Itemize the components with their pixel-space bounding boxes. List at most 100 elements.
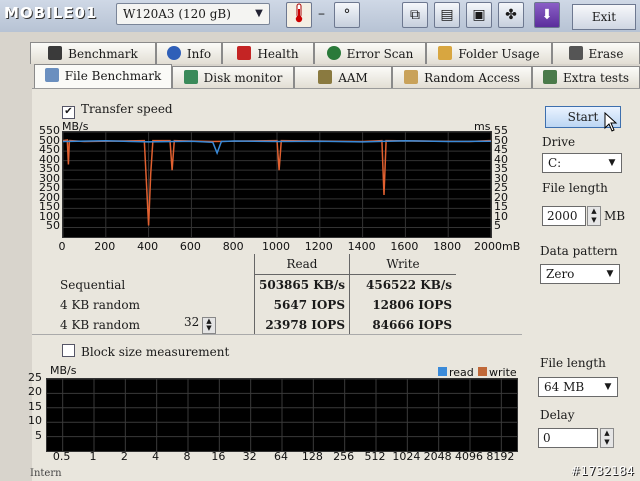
device-select-value: W120A3 (120 gB) (123, 7, 231, 21)
options-icon[interactable]: ✤ (498, 2, 524, 28)
y-tick-right: 5 (494, 219, 501, 233)
chevron-down-icon: ▼ (608, 158, 616, 168)
delay-stepper[interactable]: ▲ ▼ (600, 428, 614, 448)
tab-info-label: Info (186, 47, 212, 61)
tab-aam[interactable]: AAM (294, 66, 392, 88)
row-label: 4 KB random (60, 318, 140, 332)
temperature-readout: – (318, 6, 325, 22)
health-cross-icon (237, 46, 252, 60)
chevron-down-icon: ▼ (606, 269, 614, 279)
file-length-stepper[interactable]: ▲ ▼ (587, 206, 601, 226)
speaker-icon (318, 70, 333, 84)
tab-file-benchmark[interactable]: File Benchmark (34, 64, 172, 88)
block-file-length-label: File length (540, 356, 606, 370)
chevron-down-icon: ▼ (255, 8, 263, 19)
tab-error-scan[interactable]: Error Scan (314, 42, 426, 64)
tab-benchmark[interactable]: Benchmark (30, 42, 156, 64)
tab-health-label: Health (257, 47, 299, 61)
x-tick: 1800 (433, 240, 462, 253)
watermark-logo: MOBILE01 (4, 4, 98, 22)
data-pattern-select[interactable]: Zero ▼ (540, 264, 620, 284)
x-tick: 200 (94, 240, 116, 253)
thermometer-glyph (295, 3, 303, 23)
x-tick: 400 (137, 240, 159, 253)
y-tick-left: 50 (46, 219, 60, 233)
x-tick: 8192 (486, 450, 515, 463)
random-access-icon (404, 70, 419, 84)
drive-label: Drive (542, 135, 576, 149)
x-tick: 1600 (390, 240, 419, 253)
transfer-speed-plot (62, 131, 492, 237)
tab-folder-usage-label: Folder Usage (458, 47, 540, 61)
transfer-speed-option[interactable]: ✔ Transfer speed (62, 102, 173, 119)
queue-depth-stepper[interactable]: ▲ ▼ (202, 317, 216, 334)
y-tick: 20 (28, 385, 42, 399)
random-write-value: 12806 IOPS (372, 298, 452, 312)
delay-label: Delay (540, 408, 575, 422)
file-length-input[interactable]: 2000 (542, 206, 586, 226)
data-pattern-label: Data pattern (540, 244, 618, 258)
tab-health[interactable]: Health (222, 42, 314, 64)
data-pattern-value: Zero (546, 267, 575, 281)
download-icon[interactable]: ⬇ (534, 2, 560, 28)
extra-tests-icon (542, 70, 557, 84)
results-header-row: Read Write (56, 254, 456, 275)
tab-erase-label: Erase (588, 47, 624, 61)
tab-extra-tests-label: Extra tests (562, 71, 630, 85)
tab-info[interactable]: Info (156, 42, 222, 64)
device-select[interactable]: W120A3 (120 gB) ▼ (116, 3, 270, 25)
x-tick: 1200 (304, 240, 333, 253)
x-tick: 0 (58, 240, 66, 253)
x-tick: 600 (179, 240, 201, 253)
drive-select[interactable]: C: ▼ (542, 153, 622, 173)
legend-read-swatch (438, 367, 447, 376)
legend-write-swatch (478, 367, 487, 376)
tab-folder-usage[interactable]: Folder Usage (426, 42, 552, 64)
y-tick: 10 (28, 414, 42, 428)
top-toolbar: MOBILE01 W120A3 (120 gB) ▼ – ° ⧉ ▤ ▣ ✤ ⬇… (0, 0, 640, 32)
row-label-cell: 4 KB random 32 ▲ ▼ (56, 315, 255, 335)
copy-icon[interactable]: ⧉ (402, 2, 428, 28)
random-qd-read-value: 23978 IOPS (254, 315, 350, 335)
random-read-value: 5647 IOPS (254, 295, 350, 315)
tab-aam-label: AAM (338, 71, 368, 85)
block-file-length-select[interactable]: 64 MB ▼ (538, 377, 618, 397)
table-row: 4 KB random 5647 IOPS 12806 IOPS (56, 295, 456, 315)
transfer-speed-chart (62, 131, 492, 238)
column-read: Read (254, 254, 350, 275)
file-benchmark-icon (44, 68, 59, 82)
tab-erase[interactable]: Erase (552, 42, 640, 64)
block-size-label: Block size measurement (81, 345, 230, 359)
block-size-plot (47, 378, 517, 451)
mouse-cursor-icon (604, 111, 618, 135)
info-icon (166, 46, 181, 60)
block-size-chart (46, 378, 518, 452)
copy-text-icon[interactable]: ▤ (434, 2, 460, 28)
block-size-checkbox[interactable] (62, 344, 75, 357)
table-row: Sequential 503865 KB/s 456522 KB/s (56, 274, 456, 295)
transfer-speed-label: Transfer speed (81, 102, 173, 116)
transfer-speed-checkbox[interactable]: ✔ (62, 106, 75, 119)
block-size-option[interactable]: Block size measurement (62, 344, 229, 359)
delay-input[interactable]: 0 (538, 428, 598, 448)
tab-disk-monitor-label: Disk monitor (203, 71, 283, 85)
temperature-unit-button[interactable]: ° (334, 2, 360, 28)
file-length-label: File length (542, 181, 608, 195)
x-tick: 800 (222, 240, 244, 253)
tab-disk-monitor[interactable]: Disk monitor (172, 66, 294, 88)
sequential-write-value: 456522 KB/s (366, 278, 452, 292)
exit-button[interactable]: Exit (572, 4, 636, 30)
thermometer-icon[interactable] (286, 2, 312, 28)
chevron-down-icon: ▼ (604, 382, 612, 392)
row-label: Sequential (56, 274, 255, 295)
y-tick: 15 (28, 399, 42, 413)
save-icon[interactable]: ▣ (466, 2, 492, 28)
tab-file-benchmark-label: File Benchmark (64, 69, 162, 83)
tab-random-access[interactable]: Random Access (392, 66, 532, 88)
tab-extra-tests[interactable]: Extra tests (532, 66, 640, 88)
tab-error-scan-label: Error Scan (346, 47, 414, 61)
results-table: Read Write Sequential 503865 KB/s 456522… (56, 254, 456, 335)
cursor-glyph (604, 111, 618, 132)
column-write: Write (349, 254, 456, 275)
tab-strip: Benchmark Info Health Error Scan Folder … (0, 42, 640, 88)
